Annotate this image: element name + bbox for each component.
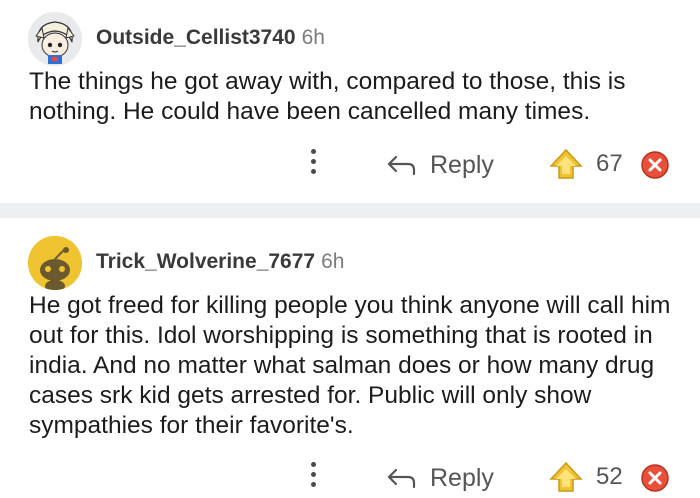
timestamp: 6h [321,250,345,273]
upvote-award-icon[interactable] [549,148,583,180]
avatar-snoo-icon [28,236,82,290]
downvote-icon[interactable] [640,150,670,180]
reply-arrow-icon [387,155,416,176]
downvote-icon[interactable] [640,463,670,493]
comment-1: Outside_Cellist3740 6h The things he got … [0,0,700,203]
comment-2: Trick_Wolverine_7677 6h He got freed for … [0,218,700,492]
reply-arrow-icon [387,468,416,489]
comment-body: The things he got away with, compared to… [29,68,626,125]
avatar[interactable] [28,12,82,66]
comment-meta: Outside_Cellist3740 6h [96,26,325,50]
avatar-anime-icon [28,12,82,66]
upvote-award-icon[interactable] [549,461,583,493]
comment-meta: Trick_Wolverine_7677 6h [96,250,344,274]
avatar[interactable] [28,236,82,290]
more-icon[interactable] [303,149,323,179]
more-icon[interactable] [303,462,323,492]
comment-divider [0,203,700,218]
reply-label: Reply [430,463,494,492]
reply-label: Reply [430,150,494,179]
username[interactable]: Trick_Wolverine_7677 [96,250,315,273]
comment-body: He got freed for killing people you thin… [29,292,671,439]
reply-button[interactable]: Reply [386,458,494,498]
comment-actions: Reply 52 [0,458,700,498]
reply-button[interactable]: Reply [386,145,494,185]
vote-score: 52 [596,463,623,490]
vote-score: 67 [596,150,623,177]
comment-actions: Reply 67 [0,145,700,185]
timestamp: 6h [301,26,325,49]
username[interactable]: Outside_Cellist3740 [96,26,296,49]
